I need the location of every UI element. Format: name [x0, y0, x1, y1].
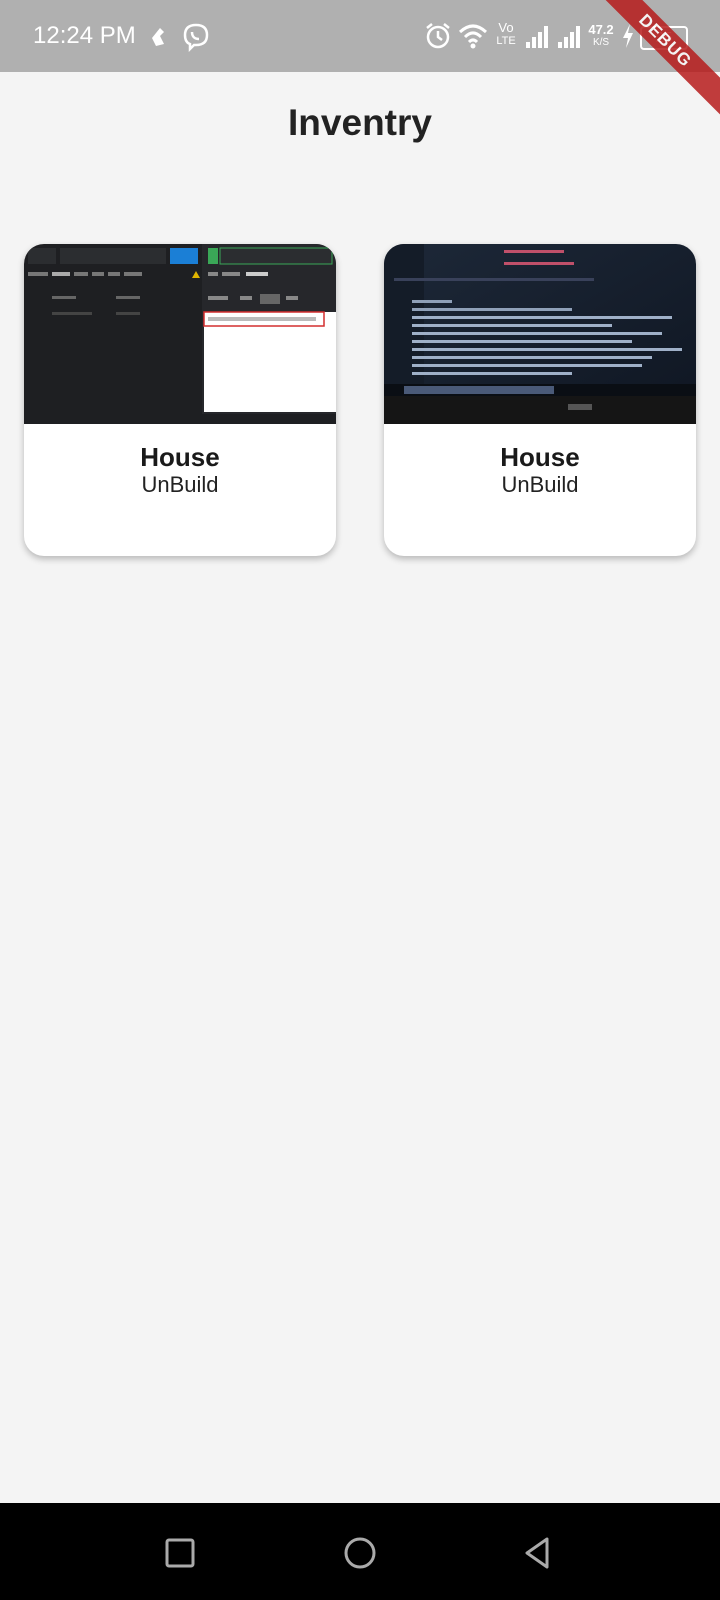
- api-client-screenshot-thumbnail: [24, 244, 336, 424]
- back-button[interactable]: [517, 1533, 557, 1573]
- recents-button[interactable]: [160, 1533, 200, 1573]
- card-subtitle: UnBuild: [141, 472, 219, 497]
- laptop-code-photo-thumbnail: [384, 244, 696, 424]
- signal-icon: [558, 26, 580, 48]
- wifi-icon: [458, 24, 488, 49]
- card-title: House: [500, 442, 580, 472]
- status-bar: 12:24 PM Vo LTE 47.2 K/S 2: [0, 0, 720, 72]
- navigation-bar: [0, 1503, 720, 1600]
- network-speed-value: 47.2: [588, 22, 614, 37]
- inventory-card[interactable]: House UnBuild: [24, 244, 336, 556]
- card-title: House: [140, 442, 220, 472]
- status-time: 12:24 PM: [33, 22, 136, 49]
- alarm-icon: [426, 23, 450, 49]
- inventory-card[interactable]: House UnBuild: [384, 244, 696, 556]
- viber-icon: [183, 23, 209, 52]
- volte-icon: Vo LTE: [494, 20, 518, 47]
- network-speed-unit: K/S: [592, 37, 610, 48]
- network-speed: 47.2 K/S: [586, 22, 616, 49]
- signal-icon: [526, 26, 548, 48]
- volte-top-text: Vo: [498, 20, 514, 35]
- notification-app-icon: [152, 28, 164, 46]
- home-button[interactable]: [340, 1533, 380, 1573]
- volte-bottom-text: LTE: [496, 35, 516, 47]
- page-title: Inventry: [288, 102, 432, 143]
- card-subtitle: UnBuild: [501, 472, 579, 497]
